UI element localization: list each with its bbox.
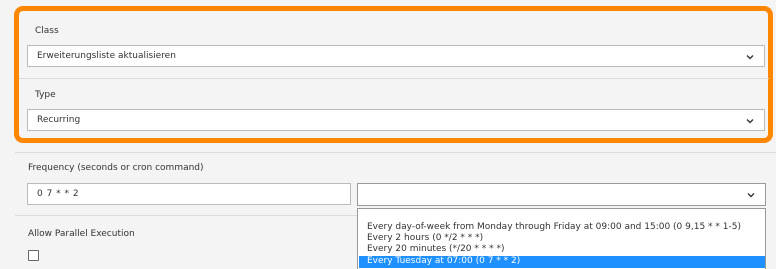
class-label: Class [35,26,59,36]
dropdown-option[interactable]: Every 2 hours (0 */2 * * *) [367,233,483,243]
type-select[interactable]: Recurring [27,109,765,131]
type-label: Type [35,90,56,100]
frequency-preset-select[interactable] [357,183,766,206]
class-select-value: Erweiterungsliste aktualisieren [37,51,176,61]
frequency-preset-dropdown: Every day-of-week from Monday through Fr… [357,208,766,269]
parallel-execution-checkbox[interactable] [28,250,39,261]
section-divider [19,78,769,79]
dropdown-option[interactable]: Every 20 minutes (*/20 * * * *) [367,244,505,254]
chevron-down-icon [747,193,755,198]
frequency-label: Frequency (seconds or cron command) [28,163,204,173]
dropdown-option-selected[interactable]: Every Tuesday at 07:00 (0 7 * * 2) [367,256,520,266]
parallel-execution-label: Allow Parallel Execution [28,229,135,239]
frequency-input-value: 0 7 * * 2 [37,189,80,199]
section-divider [15,152,776,153]
section-divider [15,215,357,216]
class-select[interactable]: Erweiterungsliste aktualisieren [27,45,765,67]
type-select-value: Recurring [37,115,81,125]
chevron-down-icon [746,119,754,124]
dropdown-option[interactable]: Every day-of-week from Monday through Fr… [367,222,741,232]
frequency-input[interactable]: 0 7 * * 2 [27,183,351,205]
chevron-down-icon [746,55,754,60]
